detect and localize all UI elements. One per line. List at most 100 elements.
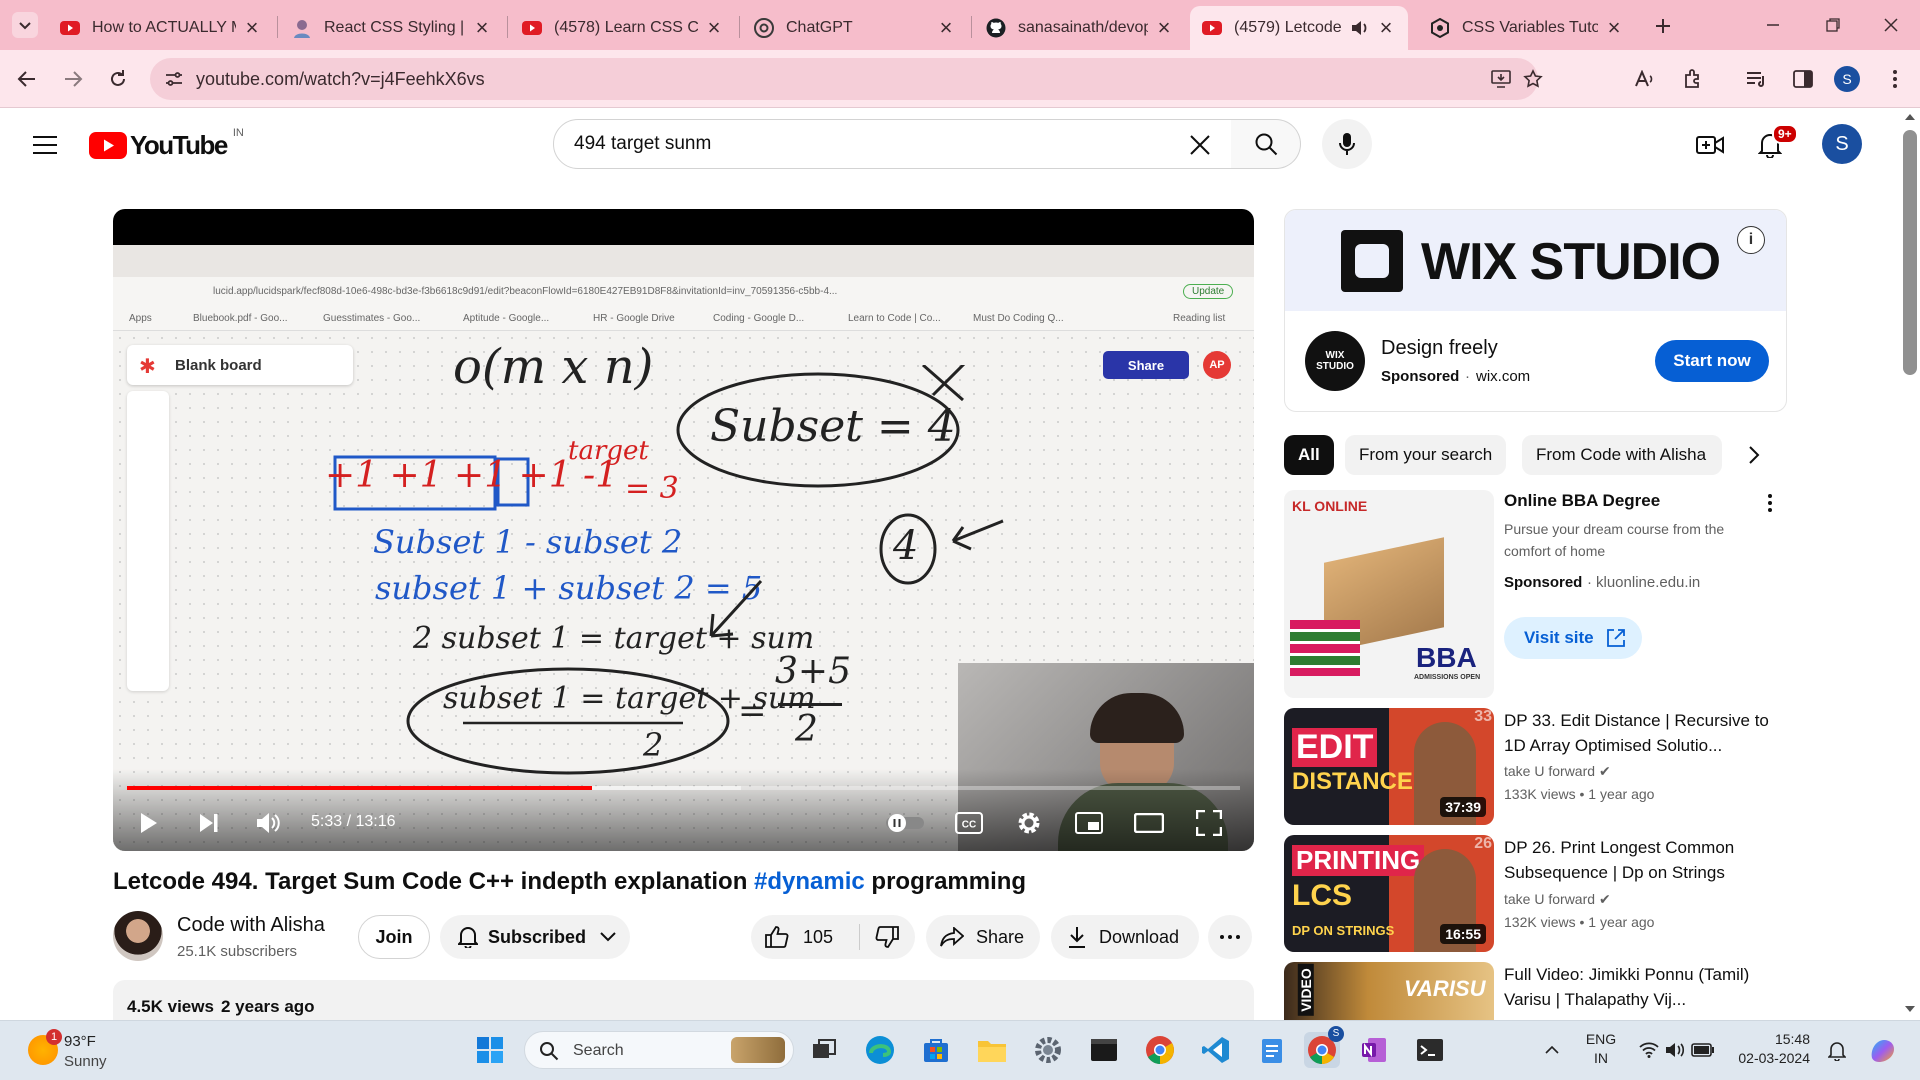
captions-button[interactable]: CC <box>949 803 989 843</box>
minimize-icon[interactable] <box>1758 12 1788 38</box>
taskbar-search[interactable]: Search <box>524 1031 794 1069</box>
browser-tab[interactable]: ChatGPT × <box>742 6 968 50</box>
play-button[interactable] <box>129 803 169 843</box>
video-thumbnail[interactable]: EDIT DISTANCE 33 37:39 <box>1284 708 1494 825</box>
hashtag-link[interactable]: #dynamic <box>754 868 865 895</box>
fullscreen-button[interactable] <box>1189 803 1229 843</box>
back-icon[interactable] <box>12 64 42 94</box>
channel-avatar[interactable] <box>113 911 163 961</box>
address-bar[interactable]: youtube.com/watch?v=j4FeehkX6vs <box>150 58 1543 100</box>
mute-button[interactable] <box>249 803 289 843</box>
browser-tab[interactable]: CSS Variables Tutoria × <box>1418 6 1636 50</box>
start-button[interactable] <box>472 1032 508 1068</box>
video-title-link[interactable]: DP 33. Edit Distance | Recursive to 1D A… <box>1504 708 1774 758</box>
tray-overflow-icon[interactable] <box>1540 1038 1564 1062</box>
tab-close-icon[interactable]: × <box>1154 17 1174 39</box>
chip-next-icon[interactable] <box>1738 439 1770 471</box>
settings-app-icon[interactable] <box>1030 1032 1066 1068</box>
search-button[interactable] <box>1231 119 1301 169</box>
subscribed-button[interactable]: Subscribed <box>440 915 630 959</box>
create-video-icon[interactable] <box>1693 128 1727 162</box>
store-icon[interactable] <box>918 1032 954 1068</box>
browser-tab[interactable]: React CSS Styling | C × <box>280 6 504 50</box>
vscode-icon[interactable] <box>1198 1032 1234 1068</box>
ad-banner[interactable]: WIX STUDIO i <box>1285 210 1786 311</box>
clear-search-icon[interactable] <box>1186 131 1214 159</box>
bookmark-star-icon[interactable] <box>1522 68 1544 90</box>
chrome-profile-icon[interactable]: S <box>1304 1026 1344 1068</box>
ad2-title[interactable]: Online BBA Degree <box>1504 488 1774 513</box>
ad2-thumbnail[interactable]: KL ONLINE BBA ADMISSIONS OPEN <box>1284 490 1494 698</box>
clock[interactable]: 15:48 02-03-2024 <box>1726 1030 1810 1068</box>
join-button[interactable]: Join <box>358 915 430 959</box>
browser-tab-active[interactable]: (4579) Letcode 4 × <box>1190 6 1408 50</box>
guide-menu-icon[interactable] <box>30 130 60 160</box>
video-title-link[interactable]: Full Video: Jimikki Ponnu (Tamil) Varisu… <box>1504 962 1774 1012</box>
video-thumbnail[interactable]: PRINTING LCS DP ON STRINGS 26 16:55 <box>1284 835 1494 952</box>
language-indicator[interactable]: ENG IN <box>1578 1030 1624 1068</box>
more-actions-button[interactable] <box>1208 915 1252 959</box>
video-player[interactable]: lucid.app/lucidspark/fecf808d-10e6-498c-… <box>113 209 1254 851</box>
page-scrollbar[interactable] <box>1900 108 1920 1020</box>
chip-all[interactable]: All <box>1284 435 1334 475</box>
notifications-button[interactable]: 9+ <box>1752 124 1798 162</box>
scroll-down-icon[interactable] <box>1905 1006 1915 1012</box>
close-window-icon[interactable] <box>1876 12 1906 38</box>
tab-close-icon[interactable]: × <box>936 17 956 39</box>
download-button[interactable]: Download <box>1051 915 1199 959</box>
browser-tab[interactable]: sanasainath/devops × <box>974 6 1186 50</box>
speaker-icon[interactable] <box>1350 18 1370 38</box>
side-panel-icon[interactable] <box>1790 66 1816 92</box>
new-tab-icon[interactable] <box>1650 13 1676 39</box>
autoplay-toggle[interactable] <box>883 803 927 843</box>
notepad-icon[interactable] <box>1254 1032 1290 1068</box>
ad-info-icon[interactable]: i <box>1737 226 1765 254</box>
progress-bar[interactable] <box>127 786 1240 790</box>
next-button[interactable] <box>189 803 229 843</box>
battery-icon[interactable] <box>1690 1040 1716 1060</box>
ad2-cta-button[interactable]: Visit site <box>1504 617 1642 659</box>
install-app-icon[interactable] <box>1490 68 1512 90</box>
weather-widget[interactable]: 1 93°F Sunny <box>24 1029 154 1073</box>
channel-name[interactable]: Code with Alisha <box>177 914 325 937</box>
tab-close-icon[interactable]: × <box>1376 17 1396 39</box>
read-aloud-icon[interactable] <box>1632 66 1658 92</box>
video-title-link[interactable]: DP 26. Print Longest Common Subsequence … <box>1504 835 1774 885</box>
profile-avatar[interactable]: S <box>1834 66 1860 92</box>
miniplayer-button[interactable] <box>1069 803 1109 843</box>
like-button[interactable]: 105 <box>751 915 859 959</box>
reload-icon[interactable] <box>103 64 133 94</box>
volume-tray-icon[interactable] <box>1664 1040 1686 1060</box>
voice-search-button[interactable] <box>1322 119 1372 169</box>
tab-search-icon[interactable] <box>12 12 38 38</box>
task-view-icon[interactable] <box>806 1032 842 1068</box>
scroll-up-icon[interactable] <box>1905 114 1915 120</box>
cmd-icon[interactable] <box>1412 1032 1448 1068</box>
ad-card[interactable]: WIX STUDIO i WIX STUDIO Design freely Sp… <box>1284 209 1787 412</box>
share-button[interactable]: Share <box>926 915 1040 959</box>
scrollbar-thumb[interactable] <box>1903 130 1917 375</box>
account-avatar[interactable]: S <box>1822 124 1862 164</box>
chip-from-channel[interactable]: From Code with Alisha <box>1522 435 1722 475</box>
wifi-icon[interactable] <box>1638 1040 1660 1060</box>
edge-icon[interactable] <box>862 1032 898 1068</box>
tab-close-icon[interactable]: × <box>1604 17 1624 39</box>
search-input[interactable]: 494 target sunm <box>553 119 1232 169</box>
ad2-menu-icon[interactable] <box>1762 490 1778 516</box>
video-thumbnail[interactable]: VIDEO VARISU <box>1284 962 1494 1020</box>
browser-menu-icon[interactable] <box>1882 66 1908 92</box>
file-explorer-icon[interactable] <box>974 1032 1010 1068</box>
onenote-icon[interactable] <box>1356 1032 1392 1068</box>
dislike-button[interactable] <box>860 915 914 959</box>
video-channel[interactable]: take U forward ✔ <box>1504 891 1611 908</box>
restore-icon[interactable] <box>1818 12 1848 38</box>
copilot-icon[interactable] <box>1866 1034 1900 1066</box>
browser-tab[interactable]: How to ACTUALLY M × <box>48 6 274 50</box>
tab-close-icon[interactable]: × <box>472 17 492 39</box>
settings-button[interactable] <box>1009 803 1049 843</box>
extensions-icon[interactable] <box>1680 66 1706 92</box>
tab-close-icon[interactable]: × <box>242 17 262 39</box>
ad-cta-button[interactable]: Start now <box>1655 340 1769 382</box>
video-channel[interactable]: take U forward ✔ <box>1504 763 1611 780</box>
site-info-icon[interactable] <box>164 69 184 89</box>
